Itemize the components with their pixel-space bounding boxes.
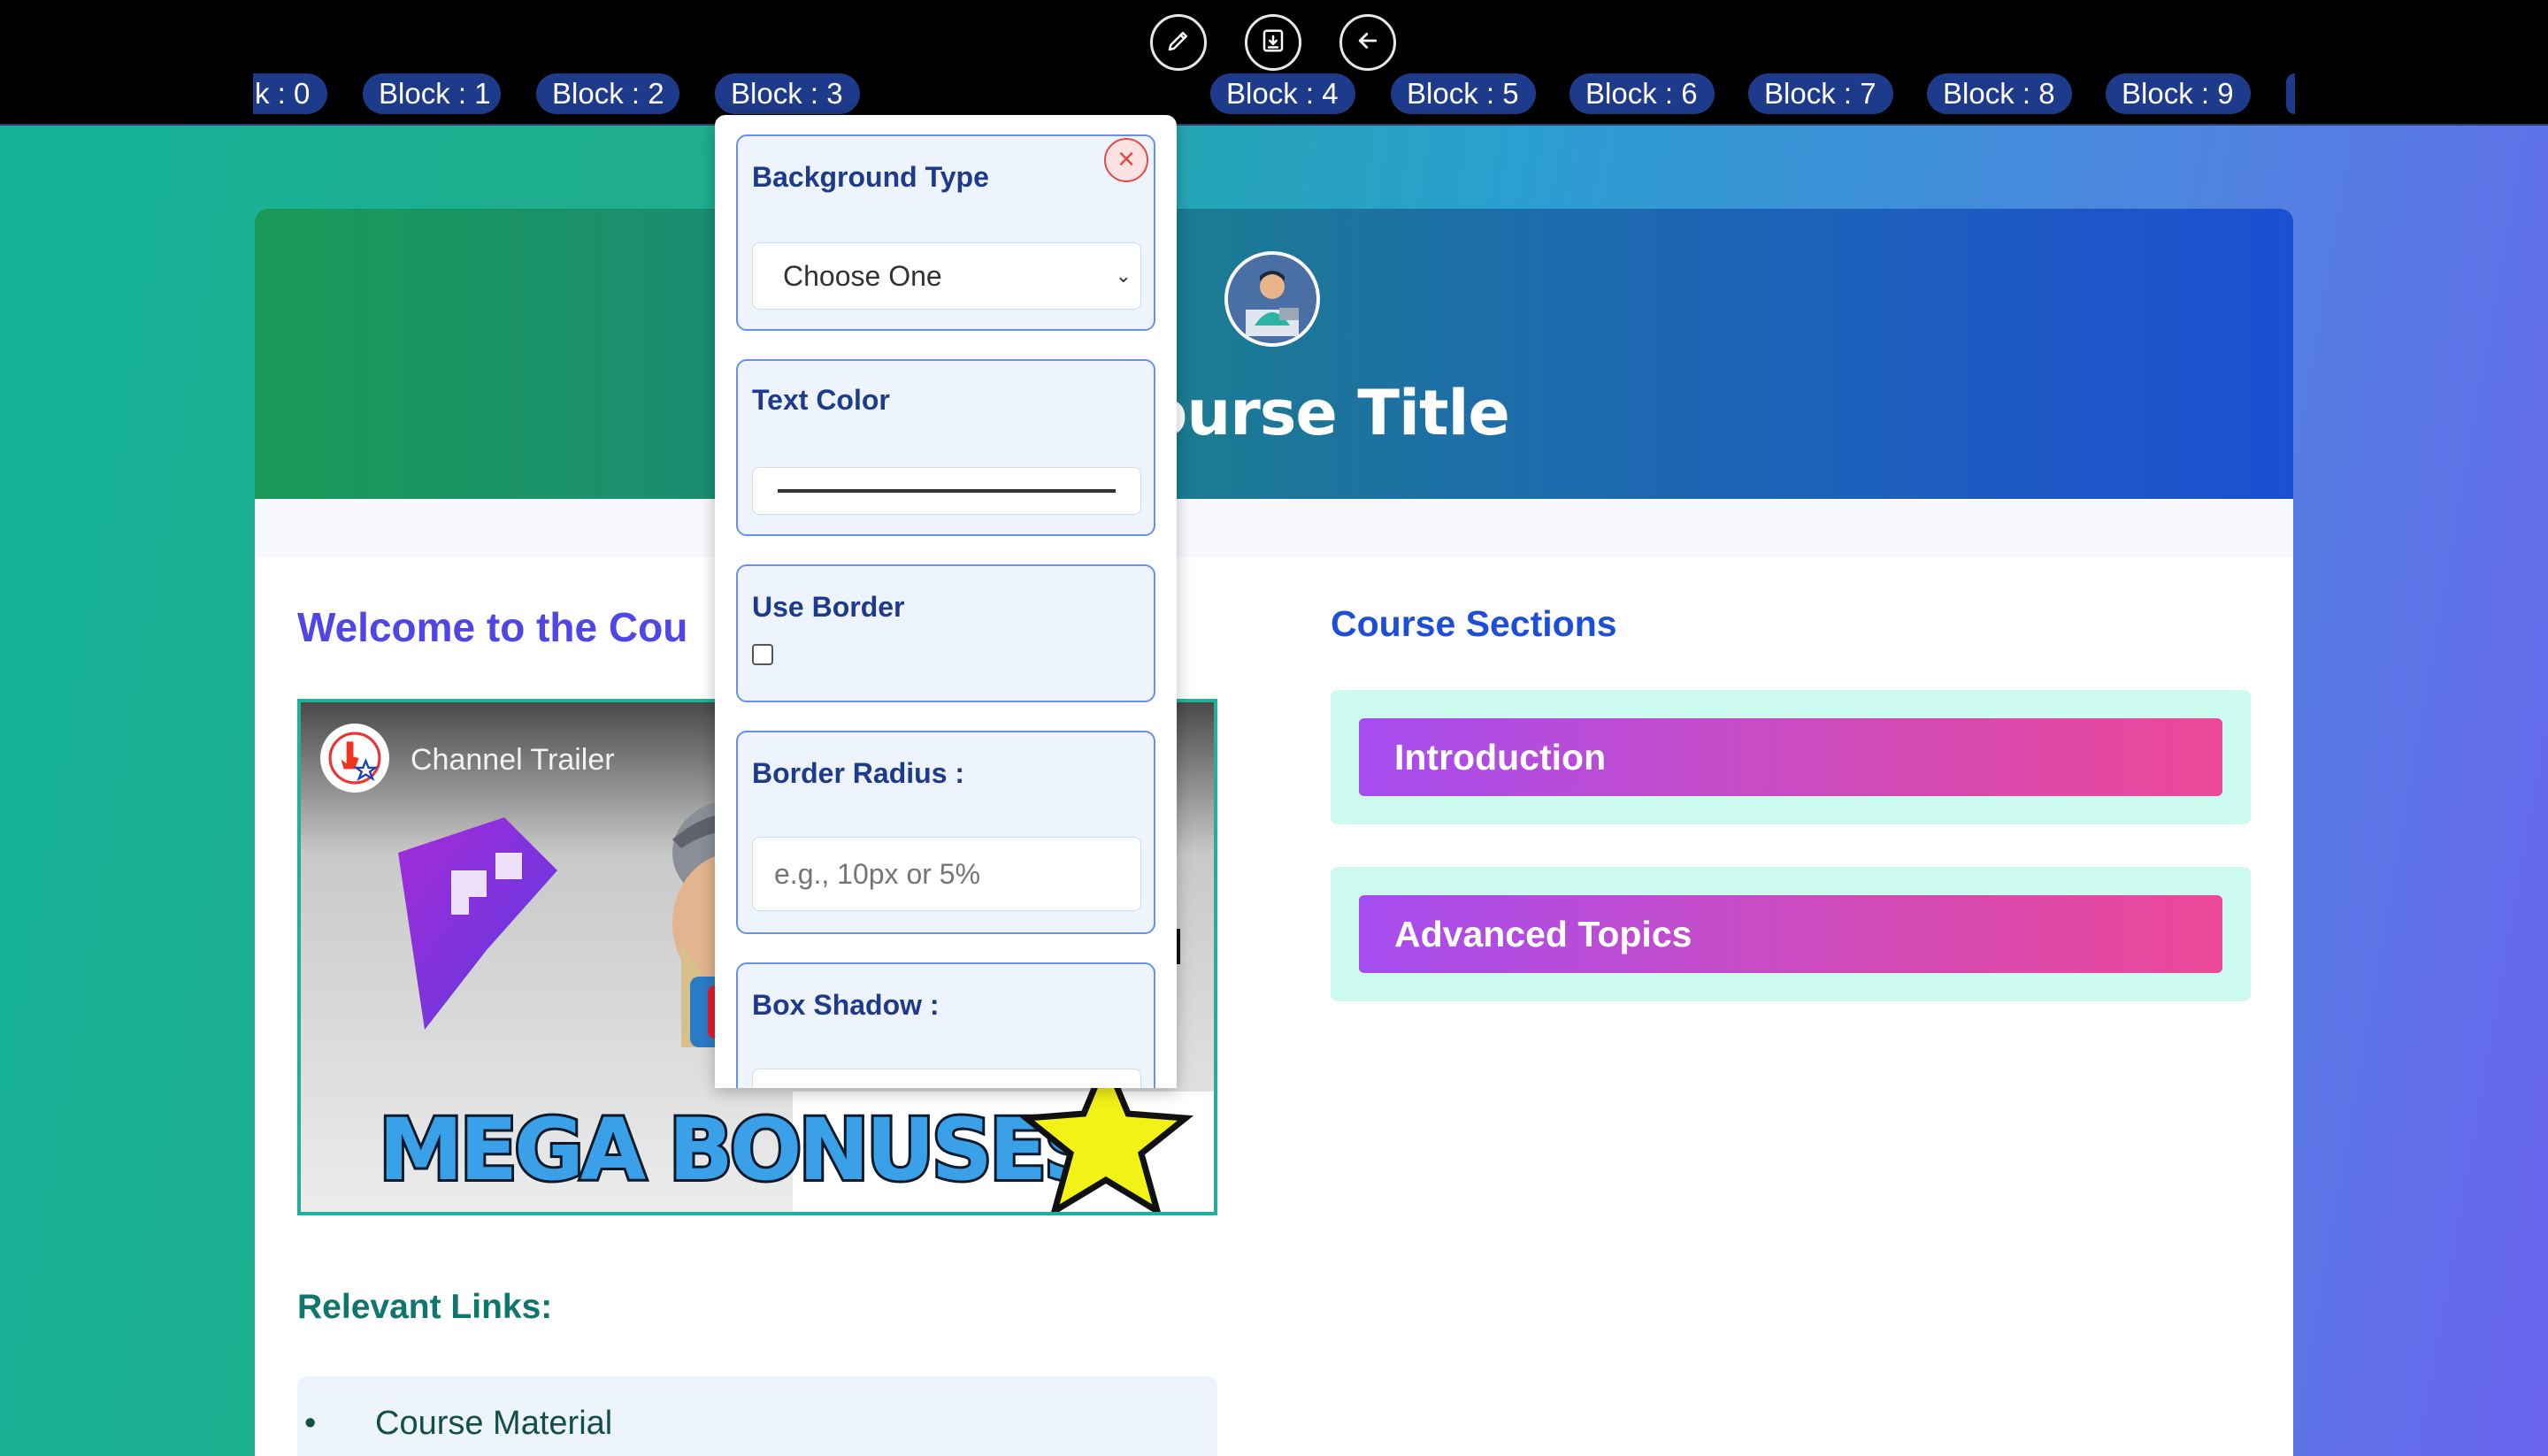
box-shadow-label: Box Shadow : <box>752 989 940 1021</box>
course-hero: e Course Title <box>255 209 2293 499</box>
block-tab-partial[interactable] <box>2286 73 2295 114</box>
color-swatch <box>778 489 1116 493</box>
relevant-links-list: • Course Material <box>297 1376 1217 1456</box>
course-avatar-icon <box>1224 251 1320 347</box>
block-tab-1[interactable]: Block : 1 <box>363 73 501 114</box>
arrow-left-icon <box>1355 27 1381 58</box>
section-button-advanced-topics[interactable]: Advanced Topics <box>1359 895 2222 973</box>
text-color-field: Text Color <box>736 359 1155 536</box>
text-color-picker[interactable] <box>752 467 1141 515</box>
block-tab-7[interactable]: Block : 7 <box>1748 73 1893 114</box>
border-radius-input[interactable] <box>752 837 1141 911</box>
background-type-field: Background Type Choose One ⌄ <box>736 134 1155 331</box>
course-card: e Course Title Welcome to the Cou Channe… <box>255 209 2293 1456</box>
video-channel-title: Channel Trailer <box>411 743 615 777</box>
edit-button[interactable] <box>1150 14 1207 71</box>
use-border-field: Use Border <box>736 564 1155 702</box>
back-button[interactable] <box>1339 14 1396 71</box>
chevron-down-icon: ⌄ <box>1115 264 1132 287</box>
relevant-links-heading: Relevant Links: <box>297 1288 553 1326</box>
use-border-checkbox[interactable] <box>752 644 773 665</box>
text-color-label: Text Color <box>752 384 890 416</box>
brand-logo-icon <box>398 817 557 1030</box>
block-tab-2[interactable]: Block : 2 <box>536 73 679 114</box>
channel-logo-icon <box>320 724 389 793</box>
background-type-label: Background Type <box>752 161 989 193</box>
use-border-label: Use Border <box>752 591 905 623</box>
save-button[interactable] <box>1245 14 1301 71</box>
section-card-advanced-topics: Advanced Topics <box>1331 867 2251 1001</box>
block-tab-0[interactable]: k : 0 <box>253 73 327 114</box>
bullet-icon: • <box>304 1405 317 1442</box>
course-sections-heading: Course Sections <box>1331 603 1617 644</box>
background-type-select[interactable]: Choose One ⌄ <box>752 242 1141 310</box>
close-icon: × <box>1117 142 1135 176</box>
hero-divider-strip <box>255 499 2293 557</box>
pencil-icon <box>1165 27 1192 58</box>
block-tab-6[interactable]: Block : 6 <box>1569 73 1715 114</box>
block-settings-popup: Background Type Choose One ⌄ × Text Colo… <box>715 115 1177 1088</box>
section-button-introduction[interactable]: Introduction <box>1359 718 2222 796</box>
border-radius-label: Border Radius : <box>752 757 965 789</box>
top-toolbar: k : 0 Block : 1 Block : 2 Block : 3 Bloc… <box>0 0 2548 126</box>
welcome-heading: Welcome to the Cou <box>297 604 688 650</box>
block-tab-4[interactable]: Block : 4 <box>1210 73 1355 114</box>
save-icon <box>1260 27 1286 58</box>
video-overlay-text: MEGA BONUSES <box>376 1098 1108 1202</box>
list-item[interactable]: • Course Material <box>304 1405 612 1443</box>
course-material-link[interactable]: Course Material <box>375 1405 612 1442</box>
close-popup-button[interactable]: × <box>1104 138 1148 182</box>
course-title: e Course Title <box>1039 377 1510 449</box>
section-card-introduction: Introduction <box>1331 690 2251 824</box>
block-tab-5[interactable]: Block : 5 <box>1391 73 1536 114</box>
box-shadow-field: Box Shadow : <box>736 962 1155 1088</box>
box-shadow-input[interactable] <box>752 1069 1141 1088</box>
border-radius-field: Border Radius : <box>736 731 1155 934</box>
background-type-selected: Choose One <box>783 260 942 292</box>
block-tab-9[interactable]: Block : 9 <box>2106 73 2251 114</box>
block-tab-8[interactable]: Block : 8 <box>1927 73 2072 114</box>
block-tab-3[interactable]: Block : 3 <box>715 73 860 114</box>
